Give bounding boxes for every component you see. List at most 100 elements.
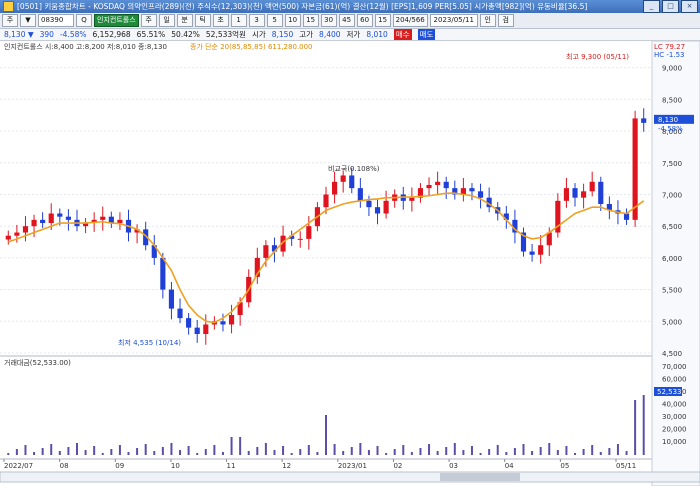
period-tick[interactable]: 틱 <box>194 14 211 27</box>
volume-bar <box>15 449 18 455</box>
menu-button[interactable]: 주 <box>2 14 18 27</box>
interval-15[interactable]: 15 <box>302 14 319 27</box>
stock-code-input[interactable]: 08390 <box>38 14 74 27</box>
volume-bar <box>7 453 10 455</box>
turnover: 65.51% <box>136 30 166 39</box>
volume-bar <box>565 446 568 455</box>
interval-5[interactable]: 5 <box>266 14 283 27</box>
volume-tick-label: 70,000 <box>662 363 687 371</box>
volume-bar <box>342 451 345 455</box>
y-tick-label: 6,000 <box>662 255 682 263</box>
candle-body <box>477 191 484 198</box>
stock-name-label[interactable]: 인지컨트롤스 <box>94 14 139 27</box>
candle-body <box>581 191 587 198</box>
candle-body <box>426 184 432 189</box>
volume-bar <box>453 443 456 455</box>
y-tick-label: 7,000 <box>662 191 682 199</box>
buy-button[interactable]: 매수 <box>393 29 412 40</box>
volume-bar <box>556 450 559 455</box>
volume-bar <box>84 450 87 455</box>
min-label: 최저 4,535 (10/14) <box>118 338 181 347</box>
volume-bar <box>608 448 611 455</box>
volume-bar <box>282 446 285 455</box>
volume-bar <box>642 395 645 455</box>
dropdown-button[interactable]: ▼ <box>20 14 36 27</box>
volume-bar <box>574 453 577 455</box>
y-tick-label: 9,000 <box>662 65 682 73</box>
volume-tick-label: 60,000 <box>662 376 687 384</box>
volume-bar <box>428 444 431 455</box>
interval-custom[interactable]: 15 <box>374 14 391 27</box>
price-chart[interactable]: 인지컨트롤스 시:8,400 고:8,200 저:8,010 종:8,130 종… <box>0 40 700 487</box>
settings-icon[interactable]: 인 <box>479 14 496 27</box>
low-price: 8,010 <box>366 30 388 39</box>
candle-body <box>366 200 372 208</box>
candle-body <box>117 219 123 224</box>
volume-bar <box>505 452 508 455</box>
period-minute[interactable]: 분 <box>176 14 193 27</box>
x-tick-label: 09 <box>115 462 124 470</box>
horizontal-scrollbar[interactable] <box>0 471 700 483</box>
sell-button[interactable]: 매도 <box>417 29 436 40</box>
period-second[interactable]: 초 <box>212 14 229 27</box>
volume-bar <box>75 443 78 455</box>
candle-body <box>194 327 200 334</box>
hc-label: HC -1.53 <box>654 51 685 59</box>
volume-bar <box>273 450 276 455</box>
volume: 6,152,968 <box>92 30 131 39</box>
interval-30[interactable]: 30 <box>320 14 337 27</box>
volume-bar <box>582 449 585 455</box>
period-week[interactable]: 주 <box>140 14 157 27</box>
chart-legend-ma: 종가 단순 20(85,85,85) 611,280.000 <box>190 42 313 51</box>
search-icon[interactable]: Q <box>76 14 92 27</box>
volume-bar <box>110 449 113 455</box>
candle-body <box>263 245 269 258</box>
volume-bar <box>367 450 370 455</box>
interval-1[interactable]: 1 <box>230 14 247 27</box>
x-tick-label: 04 <box>505 462 514 470</box>
candle-body <box>160 257 166 290</box>
interval-3[interactable]: 3 <box>248 14 265 27</box>
minimize-button[interactable]: _ <box>643 0 660 13</box>
candle-body <box>100 216 106 220</box>
title-bar: [0501] 키움종합차트 - KOSDAQ 의약인프라(289)(전) 주식수… <box>0 0 700 13</box>
candle-body <box>357 188 363 201</box>
open-label: 시가 <box>251 30 266 39</box>
interval-45[interactable]: 45 <box>338 14 355 27</box>
period-day[interactable]: 일 <box>158 14 175 27</box>
price-rate: -4.58% <box>59 30 87 39</box>
x-tick-label: 10 <box>171 462 180 470</box>
volume-bar <box>402 445 405 455</box>
scrollbar-thumb[interactable] <box>440 473 520 481</box>
x-tick-label: 03 <box>449 462 458 470</box>
maximize-button[interactable]: □ <box>662 0 679 13</box>
volume-bar <box>239 437 242 455</box>
volume-bar <box>33 452 36 455</box>
volume-bar <box>153 451 156 455</box>
search-button[interactable]: 검 <box>497 14 514 27</box>
lc-label: LC 79.27 <box>654 43 685 51</box>
volume-bar <box>488 449 491 455</box>
close-button[interactable]: × <box>681 0 698 13</box>
volume-bar <box>513 448 516 455</box>
volume-bar <box>625 451 628 455</box>
candle-body <box>632 118 638 220</box>
date-input[interactable]: 2023/05/11 <box>429 14 478 27</box>
zoom-display[interactable]: 204/566 <box>392 14 428 27</box>
interval-10[interactable]: 10 <box>284 14 301 27</box>
current-price: 8,130 ▼ <box>4 30 34 39</box>
volume-bar <box>58 451 61 455</box>
candle-body <box>538 245 544 255</box>
volume-bar <box>256 447 259 455</box>
volume-bar <box>479 453 482 455</box>
chart-area[interactable]: 인지컨트롤스 시:8,400 고:8,200 저:8,010 종:8,130 종… <box>0 40 700 487</box>
volume-bar <box>264 443 267 455</box>
volume-bar <box>462 450 465 455</box>
interval-60[interactable]: 60 <box>356 14 373 27</box>
volume-bar <box>634 400 637 455</box>
volume-bar <box>470 446 473 455</box>
volume-bar <box>325 415 327 455</box>
volume-tick-label: 10,000 <box>662 438 687 446</box>
candle-body <box>186 318 192 328</box>
volume-legend: 거래대금(52,533.00) <box>4 358 71 367</box>
